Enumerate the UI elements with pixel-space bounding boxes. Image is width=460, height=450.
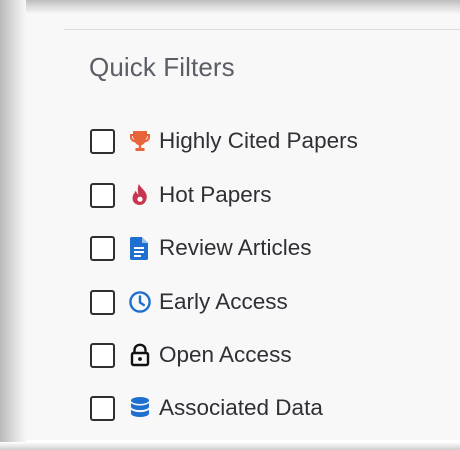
clock-icon [127,288,153,316]
filter-label: Review Articles [159,235,312,260]
filter-highly-cited-papers[interactable]: Highly Cited Papers [90,124,358,158]
filter-label: Early Access [159,289,288,314]
early-access-checkbox[interactable] [90,289,115,315]
quick-filters-window: Quick Filters Highly Cited Papers Hot Pa… [0,0,460,450]
database-icon [127,394,153,422]
review-articles-checkbox[interactable] [90,235,115,261]
hot-papers-checkbox[interactable] [90,182,115,208]
filter-open-access[interactable]: Open Access [90,338,292,372]
unlocked-padlock-icon [127,341,153,369]
document-icon [127,234,153,262]
filter-hot-papers[interactable]: Hot Papers [90,178,272,212]
filter-label: Associated Data [159,395,323,420]
panel-divider [64,29,460,30]
window-shadow-left [0,0,26,450]
window-shadow-bottom [0,442,460,450]
filter-label: Highly Cited Papers [159,128,358,153]
open-access-checkbox[interactable] [90,342,115,368]
quick-filters-title: Quick Filters [89,52,235,82]
filter-review-articles[interactable]: Review Articles [90,231,312,265]
flame-icon [127,181,153,209]
trophy-icon [127,127,153,155]
associated-data-checkbox[interactable] [90,395,115,421]
highly-cited-papers-checkbox[interactable] [90,128,115,154]
filter-label: Open Access [159,342,292,367]
filter-label: Hot Papers [159,182,272,207]
filter-associated-data[interactable]: Associated Data [90,391,323,425]
filter-early-access[interactable]: Early Access [90,285,288,319]
